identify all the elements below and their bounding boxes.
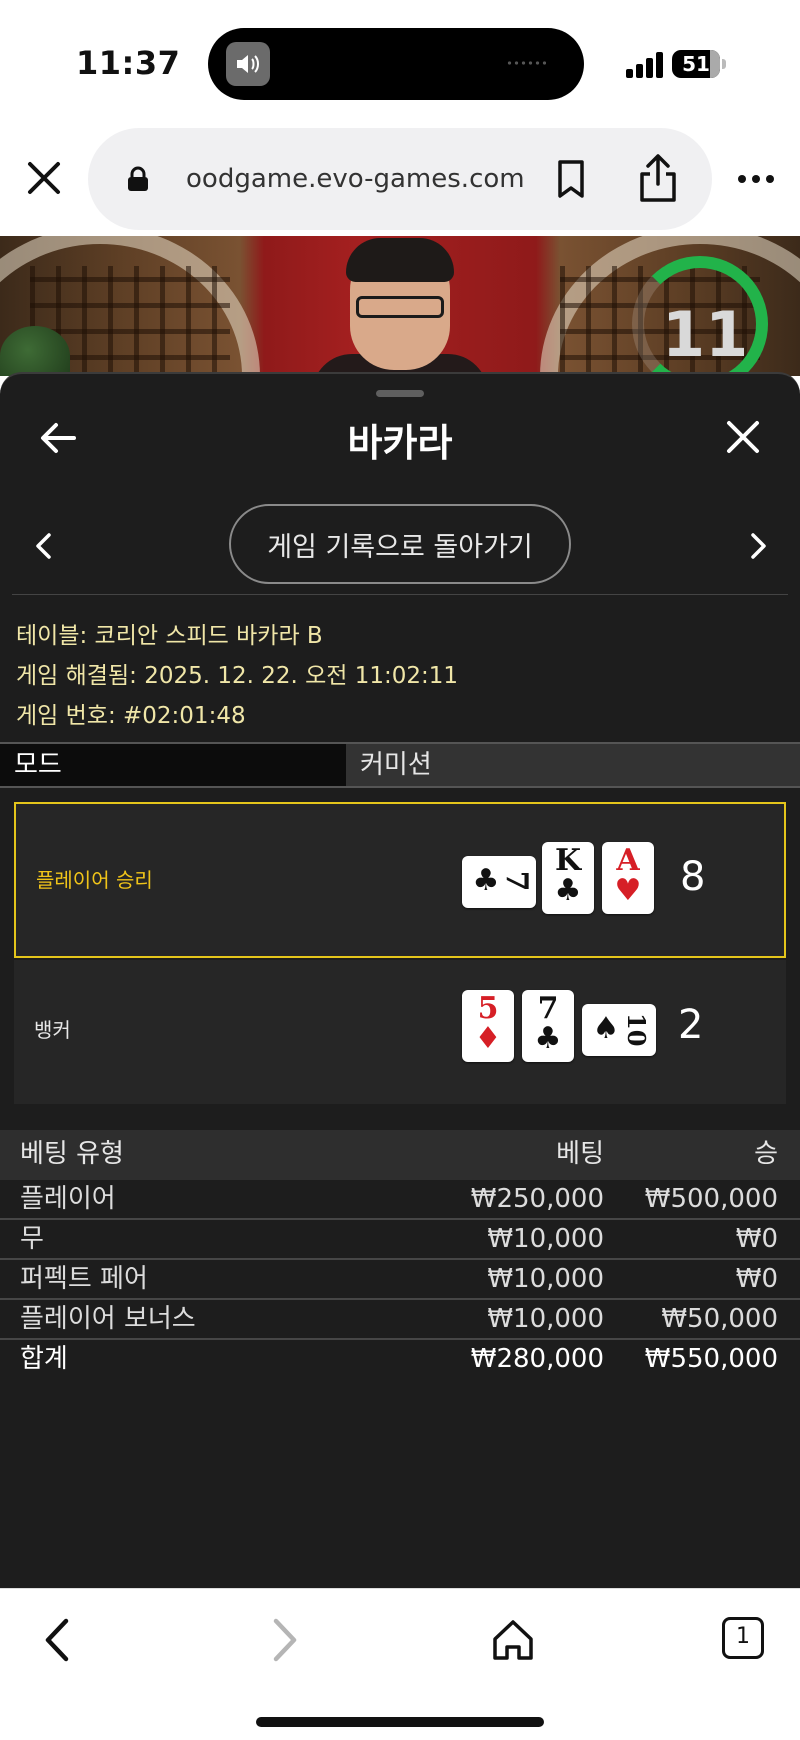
- game-number-value: #02:01:48: [123, 703, 246, 729]
- bet-amount: ₩10,000: [487, 1264, 604, 1294]
- header-win-amount: 승: [754, 1139, 778, 1169]
- table-label: 테이블:: [16, 623, 88, 649]
- bets-table-header: 베팅 유형 베팅 승: [0, 1130, 800, 1180]
- banker-result: 뱅커 5 ♦ 7 ♣ 10 ♠ 2: [14, 960, 786, 1104]
- battery-level: 51: [682, 52, 710, 76]
- mode-value: 커미션: [360, 750, 432, 780]
- mode-label: 모드: [0, 744, 346, 786]
- bookmark-icon[interactable]: [553, 158, 589, 202]
- player-result-label: 플레이어 승리: [36, 868, 153, 892]
- close-icon[interactable]: [724, 418, 762, 456]
- bet-amount: ₩10,000: [487, 1224, 604, 1254]
- status-time: 11:37: [76, 44, 181, 82]
- card-rank: 7: [537, 991, 559, 1026]
- header-bet-amount: 베팅: [556, 1139, 604, 1169]
- player-card-1: 7 ♣: [462, 856, 536, 908]
- banker-card-3: 10 ♠: [582, 1004, 656, 1056]
- spade-suit-icon: ♠: [592, 1011, 620, 1046]
- next-game-chevron-icon[interactable]: [748, 532, 768, 560]
- sheet-title: 바카라: [347, 421, 453, 465]
- dynamic-island: [208, 28, 584, 100]
- address-bar[interactable]: oodgame.evo-games.com: [88, 128, 712, 230]
- tabs-button[interactable]: 1: [722, 1617, 764, 1659]
- table-info: 테이블: 코리안 스피드 바카라 B: [16, 616, 323, 650]
- status-bar: 11:37 51: [0, 0, 800, 120]
- total-row: 합계 ₩280,000 ₩550,000: [0, 1340, 800, 1380]
- player-score: 8: [680, 854, 706, 900]
- resolved-info: 게임 해결됨: 2025. 12. 22. 오전 11:02:11: [16, 656, 458, 690]
- speaker-icon: [226, 42, 270, 86]
- browser-forward-icon[interactable]: [268, 1617, 302, 1663]
- bet-type: 플레이어: [20, 1184, 116, 1214]
- card-rank: A: [616, 843, 640, 878]
- url-text: oodgame.evo-games.com: [186, 164, 525, 194]
- club-suit-icon: ♣: [534, 1021, 562, 1056]
- player-result: 플레이어 승리 7 ♣ K ♣ A ♥ 8: [14, 802, 786, 958]
- bet-amount: ₩10,000: [487, 1304, 604, 1334]
- heart-suit-icon: ♥: [614, 873, 642, 908]
- banker-card-2: 7 ♣: [522, 990, 574, 1062]
- table-row: 퍼펙트 페어 ₩10,000 ₩0: [0, 1260, 800, 1300]
- previous-game-chevron-icon[interactable]: [34, 532, 54, 560]
- browser-back-icon[interactable]: [40, 1617, 74, 1663]
- share-icon[interactable]: [636, 152, 680, 204]
- win-amount: ₩500,000: [644, 1184, 778, 1214]
- game-number-label: 게임 번호:: [16, 703, 116, 729]
- sheet-grabber[interactable]: [376, 390, 424, 397]
- win-amount: ₩0: [735, 1264, 778, 1294]
- diamond-suit-icon: ♦: [474, 1021, 502, 1056]
- dealer-figure: [312, 238, 488, 376]
- home-indicator: [256, 1717, 544, 1727]
- total-bet-amount: ₩280,000: [470, 1344, 604, 1374]
- club-suit-icon: ♣: [472, 863, 500, 898]
- card-rank: K: [554, 843, 582, 878]
- win-amount: ₩50,000: [661, 1304, 778, 1334]
- total-win-amount: ₩550,000: [644, 1344, 778, 1374]
- close-icon[interactable]: [22, 156, 66, 200]
- table-row: 무 ₩10,000 ₩0: [0, 1220, 800, 1260]
- browser-toolbar: 1: [0, 1588, 800, 1740]
- table-value: 코리안 스피드 바카라 B: [94, 623, 323, 649]
- banker-score: 2: [678, 1002, 704, 1048]
- player-card-3: A ♥: [602, 842, 654, 914]
- card-rank: 7: [499, 870, 534, 892]
- header-bet-type: 베팅 유형: [20, 1139, 124, 1169]
- table-row: 플레이어 보너스 ₩10,000 ₩50,000: [0, 1300, 800, 1340]
- card-rank: 10: [622, 1013, 651, 1047]
- cellular-signal-icon: [626, 52, 666, 78]
- browser-address-row: oodgame.evo-games.com: [0, 120, 800, 236]
- bet-type: 무: [20, 1224, 44, 1254]
- game-number-info: 게임 번호: #02:01:48: [16, 696, 246, 730]
- card-rank: 5: [477, 991, 499, 1026]
- countdown-timer-value: 11: [662, 298, 749, 371]
- win-amount: ₩0: [735, 1224, 778, 1254]
- mode-row: 모드 커미션: [0, 742, 800, 788]
- club-suit-icon: ♣: [554, 873, 582, 908]
- total-label: 합계: [20, 1344, 68, 1374]
- live-video-feed: 11: [0, 236, 800, 376]
- bet-amount: ₩250,000: [470, 1184, 604, 1214]
- divider: [12, 594, 788, 595]
- game-detail-sheet: 바카라 게임 기록으로 돌아가기 테이블: 코리안 스피드 바카라 B 게임 해…: [0, 372, 800, 1588]
- banker-card-1: 5 ♦: [462, 990, 514, 1062]
- battery-cap: [722, 59, 726, 69]
- table-row: 플레이어 ₩250,000 ₩500,000: [0, 1180, 800, 1220]
- resolved-label: 게임 해결됨:: [16, 663, 137, 689]
- bet-type: 퍼펙트 페어: [20, 1264, 148, 1294]
- resolved-value: 2025. 12. 22. 오전 11:02:11: [144, 663, 459, 689]
- banker-result-label: 뱅커: [34, 1018, 71, 1042]
- activity-dots: [506, 61, 546, 65]
- lock-icon: [126, 166, 150, 192]
- battery-icon: 51: [672, 50, 720, 78]
- more-options-icon[interactable]: [736, 170, 776, 183]
- back-to-history-button[interactable]: 게임 기록으로 돌아가기: [229, 504, 571, 584]
- player-card-2: K ♣: [542, 842, 594, 914]
- bet-type: 플레이어 보너스: [20, 1304, 196, 1334]
- home-icon[interactable]: [490, 1617, 536, 1663]
- bets-table: 베팅 유형 베팅 승 플레이어 ₩250,000 ₩500,000 무 ₩10,…: [0, 1130, 800, 1380]
